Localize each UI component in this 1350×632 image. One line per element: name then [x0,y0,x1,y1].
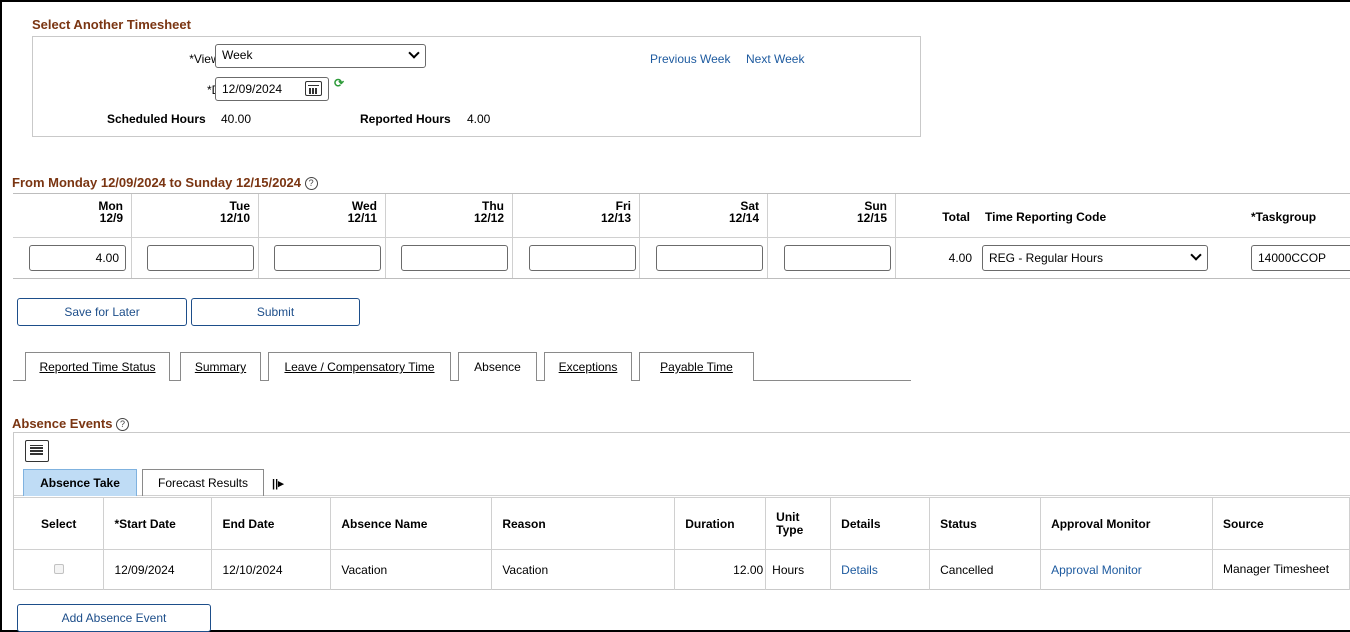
col-source: Source [1212,497,1350,550]
col-duration: Duration [674,497,767,550]
day-header: Sun 12/15 [856,199,887,225]
trc-column: Time Reporting Code REG - Regular Hours [978,194,1249,278]
col-start-date: *Start Date [103,497,213,550]
help-icon[interactable]: ? [116,418,130,432]
taskgroup-header: *Taskgroup [1251,210,1317,224]
next-week-link[interactable]: Next Week [746,52,804,66]
refresh-icon[interactable]: ⟳ [334,76,344,90]
table-row: 12/09/2024 12/10/2024 Vacation Vacation … [14,549,1350,590]
day-column-wed: Wed 12/11 [259,194,386,278]
tab-exceptions[interactable]: Exceptions [544,352,632,381]
hours-input-thu[interactable] [401,245,508,271]
scheduled-hours-value: 40.00 [221,112,252,126]
taskgroup-input[interactable]: 14000CCOP [1251,245,1350,271]
row-details-link[interactable]: Details [830,549,931,590]
view-by-select[interactable]: Week [215,44,426,68]
subtab-forecast-results[interactable]: Forecast Results [142,469,264,496]
save-for-later-button[interactable]: Save for Later [17,298,187,326]
subtab-absence-take[interactable]: Absence Take [23,469,137,496]
tab-reported-time-status[interactable]: Reported Time Status [25,352,170,381]
previous-week-link[interactable]: Previous Week [650,52,730,66]
select-timesheet-title: Select Another Timesheet [32,17,191,32]
day-header: Mon 12/9 [98,199,123,225]
row-status: Cancelled [929,549,1042,590]
period-title-text: From Monday 12/09/2024 to Sunday 12/15/2… [12,175,302,190]
col-select: Select [14,497,105,550]
calendar-icon[interactable] [305,81,322,96]
select-timesheet-panel: *View By Week *Date 12/09/2024 ⟳ Previou… [32,36,921,137]
hours-input-tue[interactable] [147,245,254,271]
scheduled-hours-label: Scheduled Hours [107,112,206,126]
row-reason: Vacation [491,549,676,590]
tab-absence[interactable]: Absence [458,352,537,381]
day-column-fri: Fri 12/13 [513,194,640,278]
trc-select[interactable]: REG - Regular Hours [982,245,1208,271]
reported-hours-label: Reported Hours [360,112,451,126]
absence-events-table: Select *Start Date End Date Absence Name… [14,497,1350,590]
col-details: Details [830,497,931,550]
chevron-down-icon [408,47,420,59]
row-absence-name: Vacation [330,549,493,590]
col-absence-name: Absence Name [330,497,493,550]
row-select-cell [14,549,105,590]
hours-input-sat[interactable] [656,245,763,271]
absence-events-title: Absence Events ? [12,416,130,432]
row-approval-monitor-link[interactable]: Approval Monitor [1040,549,1213,590]
absence-events-title-text: Absence Events [12,416,113,431]
period-title: From Monday 12/09/2024 to Sunday 12/15/2… [12,175,318,191]
help-icon[interactable]: ? [304,177,318,191]
day-column-sat: Sat 12/14 [640,194,768,278]
table-header-row: Select *Start Date End Date Absence Name… [14,497,1350,550]
time-grid: Mon 12/9 4.00 Tue 12/10 Wed 12/11 Thu 12/12 … [13,193,1350,279]
col-reason: Reason [491,497,676,550]
absence-events-panel: Absence Take Forecast Results ||▸ Select… [13,432,1350,590]
reported-hours-value: 4.00 [467,112,491,126]
hours-input-wed[interactable] [274,245,381,271]
submit-button[interactable]: Submit [191,298,360,326]
trc-value: REG - Regular Hours [989,251,1104,265]
hours-input-sun[interactable] [784,245,891,271]
day-header: Sat 12/14 [728,199,759,225]
tab-payable-time[interactable]: Payable Time [639,352,754,381]
tab-summary[interactable]: Summary [180,352,261,381]
row-source: Manager Timesheet [1212,549,1350,590]
row-end-date: 12/10/2024 [211,549,332,590]
trc-header: Time Reporting Code [985,210,1107,224]
row-start-date: 12/09/2024 [103,549,213,590]
col-status: Status [929,497,1042,550]
col-unit-type: Unit Type [765,497,832,550]
taskgroup-column: *Taskgroup 14000CCOP [1249,194,1350,278]
add-absence-event-button[interactable]: Add Absence Event [17,604,211,632]
show-all-columns-icon[interactable]: ||▸ [272,477,284,490]
hours-input-fri[interactable] [529,245,636,271]
day-header: Fri 12/13 [600,199,631,225]
total-header: Total [942,210,970,224]
row-duration: 12.00 [674,549,767,590]
day-header: Wed 12/11 [347,199,377,225]
date-value: 12/09/2024 [222,82,283,96]
day-column-mon: Mon 12/9 4.00 [13,194,132,278]
col-end-date: End Date [211,497,332,550]
tab-leave-compensatory-time[interactable]: Leave / Compensatory Time [268,352,451,381]
row-unit-type: Hours [765,549,832,590]
col-approval-monitor: Approval Monitor [1040,497,1213,550]
hours-input-mon[interactable]: 4.00 [29,245,126,271]
total-value: 4.00 [948,251,972,265]
day-column-sun: Sun 12/15 [768,194,896,278]
day-header: Thu 12/12 [473,199,504,225]
taskgroup-value: 14000CCOP [1258,251,1327,265]
total-column: Total 4.00 [896,194,978,278]
day-header: Tue 12/10 [219,199,250,225]
chevron-down-icon [1190,249,1202,261]
day-column-thu: Thu 12/12 [386,194,513,278]
row-select-checkbox[interactable] [53,563,64,574]
day-column-tue: Tue 12/10 [132,194,259,278]
grid-personalize-icon[interactable] [25,440,49,462]
view-by-value: Week [222,48,253,62]
